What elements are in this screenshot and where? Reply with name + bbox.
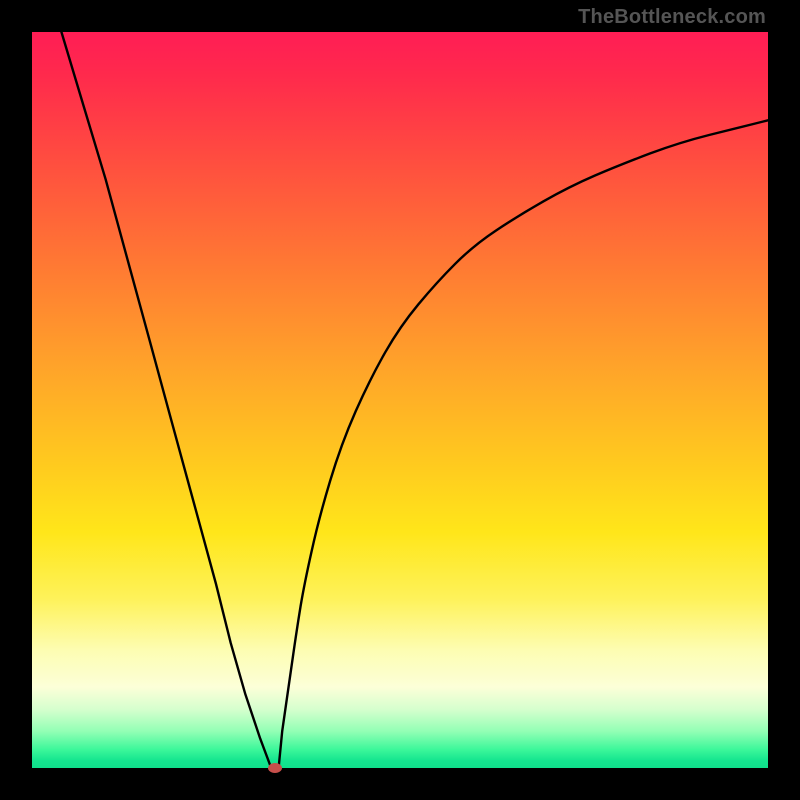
bottleneck-curve [32,32,768,768]
curve-path [61,32,768,768]
plot-area [32,32,768,768]
watermark-text: TheBottleneck.com [578,6,766,29]
optimum-marker [268,763,282,773]
chart-frame: TheBottleneck.com [0,0,800,800]
